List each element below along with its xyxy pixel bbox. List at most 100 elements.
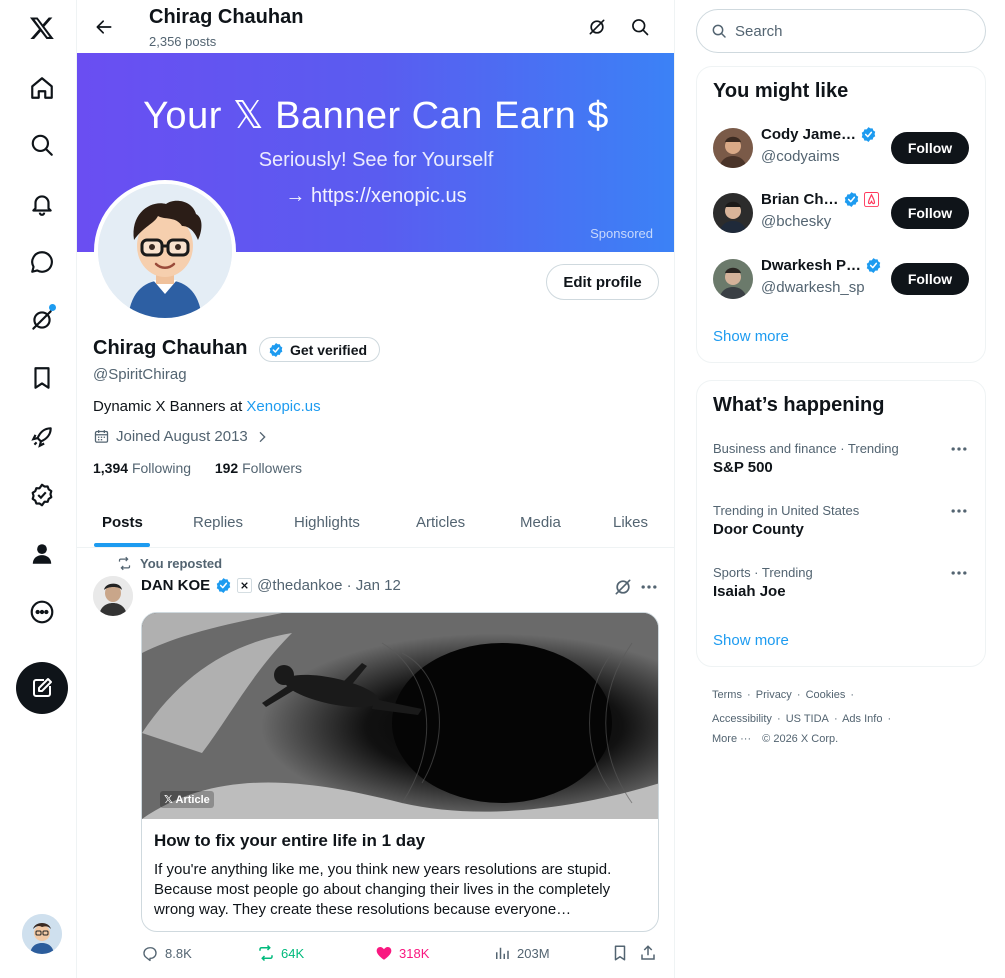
banner-headline: Your 𝕏 Banner Can Earn $	[143, 95, 609, 137]
trend-category: Sports · Trending	[713, 565, 813, 580]
account-avatar[interactable]	[22, 914, 62, 954]
show-more-link[interactable]: Show more	[713, 632, 789, 649]
footer-cookies-link[interactable]: Cookies	[806, 689, 846, 701]
followers-link[interactable]: 192 Followers	[215, 460, 302, 476]
profile-bio: Dynamic X Banners at Xenopic.us	[93, 398, 321, 415]
repost-button[interactable]: 64K	[257, 944, 304, 962]
more-horizontal-icon[interactable]	[949, 503, 969, 519]
reply-button[interactable]: 8.8K	[141, 944, 192, 962]
article-card[interactable]: 𝕏 Article How to fix your entire life in…	[141, 612, 659, 932]
profile-column: Chirag Chauhan 2,356 posts Your 𝕏 Banner…	[77, 0, 675, 978]
views-button[interactable]: 203M	[493, 944, 550, 962]
show-more-link[interactable]: Show more	[713, 328, 789, 345]
footer-terms-link[interactable]: Terms	[712, 689, 742, 701]
tab-replies[interactable]: Replies	[193, 496, 243, 548]
follow-button[interactable]: Follow	[891, 132, 969, 164]
trend-item[interactable]: Business and finance · Trending S&P 500	[713, 441, 971, 489]
follow-button[interactable]: Follow	[891, 197, 969, 229]
profile-tabs: Posts Replies Highlights Articles Media …	[77, 496, 674, 548]
tweet-actions: 8.8K 64K 318K 203M	[141, 944, 659, 966]
footer-separator: ·	[776, 713, 781, 725]
header-post-count: 2,356 posts	[149, 34, 217, 49]
profile-avatar[interactable]	[94, 180, 236, 322]
x-logo-icon[interactable]	[18, 4, 66, 52]
heart-icon	[376, 947, 392, 960]
followers-count: 192	[214, 460, 239, 476]
more-circle-icon[interactable]	[18, 588, 66, 636]
following-link[interactable]: 1,394 Following	[93, 460, 191, 476]
tab-likes[interactable]: Likes	[613, 496, 648, 548]
follow-button[interactable]: Follow	[891, 263, 969, 295]
more-horizontal-icon[interactable]	[949, 565, 969, 581]
trend-item[interactable]: Trending in United States Door County	[713, 503, 971, 551]
tweet-author-avatar[interactable]	[93, 576, 133, 616]
back-arrow-icon[interactable]	[89, 12, 119, 42]
footer-separator: ·	[887, 713, 892, 725]
tab-posts[interactable]: Posts	[102, 496, 143, 548]
avatar	[713, 193, 753, 233]
grok-icon[interactable]	[584, 14, 610, 40]
verified-badge-icon	[844, 192, 858, 207]
trend-item[interactable]: Sports · Trending Isaiah Joe	[713, 565, 971, 613]
header-name: Chirag Chauhan	[149, 6, 304, 28]
footer-line: Terms · Privacy · Cookies ·	[712, 689, 856, 701]
bell-icon[interactable]	[18, 180, 66, 228]
grok-icon[interactable]	[613, 577, 633, 597]
left-nav	[0, 0, 77, 978]
active-tab-indicator	[94, 543, 150, 547]
compose-button[interactable]	[16, 662, 68, 714]
chevron-right-icon[interactable]	[254, 429, 270, 445]
profile-icon[interactable]	[18, 530, 66, 578]
footer-line: More ··· © 2026 X Corp.	[712, 733, 840, 745]
suggested-user-handle: @bchesky	[761, 213, 832, 230]
tweet-handle-date[interactable]: @thedankoe · Jan 12	[257, 577, 401, 594]
footer-separator: ·	[796, 689, 801, 701]
verified-icon[interactable]	[18, 471, 66, 519]
tweet-author-name[interactable]: DAN KOE	[141, 577, 210, 594]
trend-name: S&P 500	[713, 459, 773, 476]
rocket-icon[interactable]	[18, 413, 66, 461]
footer-privacy-link[interactable]: Privacy	[756, 689, 792, 701]
you-might-like-title: You might like	[713, 80, 849, 102]
footer-us-tida-link[interactable]: US TIDA	[786, 713, 829, 725]
footer-separator: ·	[850, 689, 855, 701]
article-title: How to fix your entire life in 1 day	[154, 831, 426, 850]
suggested-user[interactable]: Cody Jame… @codyaims Follow	[713, 122, 971, 174]
tab-articles[interactable]: Articles	[416, 496, 465, 548]
footer-ads-info-link[interactable]: Ads Info	[842, 713, 882, 725]
footer-separator: ·	[747, 689, 751, 701]
suggested-user-name: Dwarkesh P…	[761, 257, 882, 274]
message-icon[interactable]	[18, 238, 66, 286]
tab-highlights[interactable]: Highlights	[294, 496, 360, 548]
search-field[interactable]: Search	[696, 9, 986, 53]
repost-indicator: You reposted	[117, 556, 222, 571]
profile-header-bar: Chirag Chauhan 2,356 posts	[77, 0, 674, 53]
home-icon[interactable]	[18, 64, 66, 112]
footer-copyright: © 2026 X Corp.	[762, 733, 839, 745]
suggested-user[interactable]: Dwarkesh P… @dwarkesh_sp Follow	[713, 253, 971, 305]
edit-profile-button[interactable]: Edit profile	[546, 264, 659, 300]
search-icon[interactable]	[18, 121, 66, 169]
more-horizontal-icon[interactable]	[949, 441, 969, 457]
share-button[interactable]	[639, 944, 657, 962]
repost-icon	[118, 556, 131, 571]
trend-name: Isaiah Joe	[713, 583, 786, 600]
more-horizontal-icon[interactable]	[639, 577, 659, 597]
search-icon[interactable]	[627, 14, 653, 40]
footer-more-link[interactable]: More ···	[712, 733, 751, 745]
grok-icon[interactable]	[18, 296, 66, 344]
search-placeholder: Search	[735, 22, 783, 40]
verified-badge-icon	[269, 342, 283, 357]
footer-accessibility-link[interactable]: Accessibility	[712, 713, 772, 725]
like-button[interactable]: 318K	[375, 944, 429, 962]
footer-separator: ·	[833, 713, 838, 725]
bookmark-icon[interactable]	[18, 354, 66, 402]
suggested-user[interactable]: Brian Ch… @bchesky Follow	[713, 187, 971, 239]
reply-count: 8.8K	[165, 945, 192, 961]
bookmark-button[interactable]	[611, 944, 629, 962]
bio-link[interactable]: Xenopic.us	[246, 398, 320, 415]
airbnb-affiliate-icon	[863, 192, 879, 207]
get-verified-button[interactable]: Get verified	[259, 337, 381, 362]
tab-media[interactable]: Media	[520, 496, 561, 548]
verified-badge-icon	[861, 127, 876, 142]
